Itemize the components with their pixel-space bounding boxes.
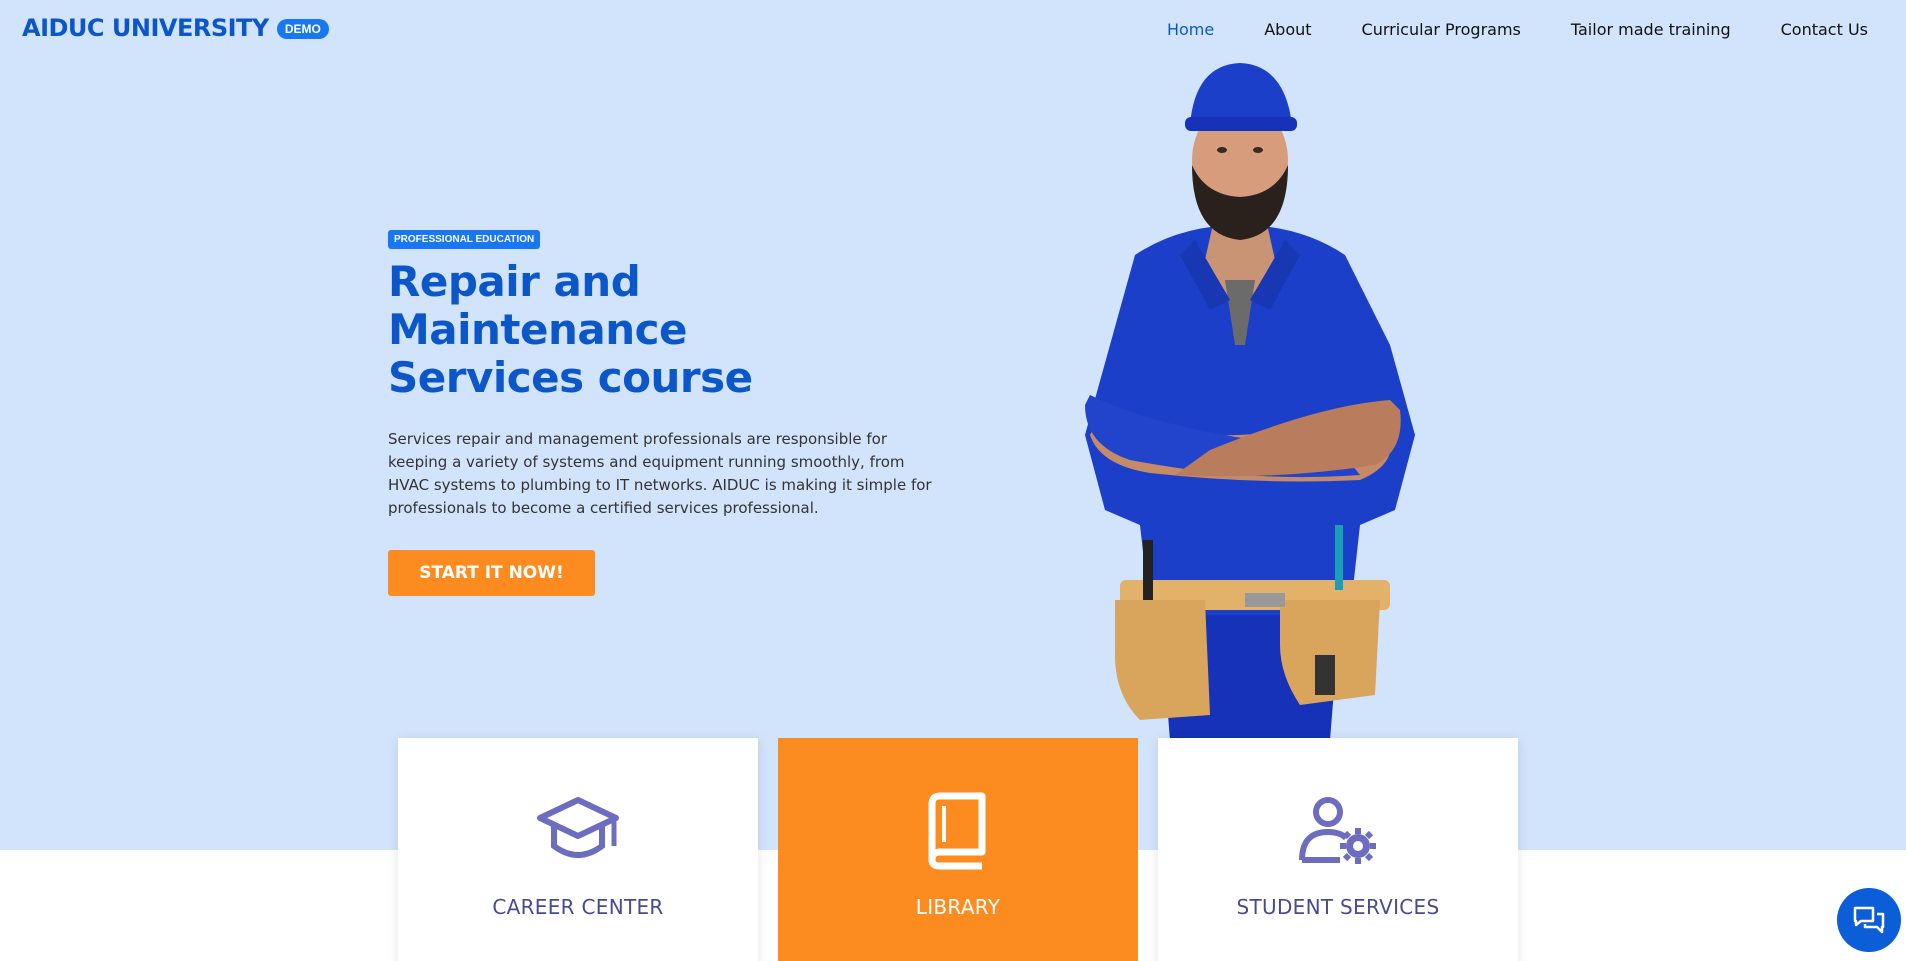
nav-tailor-made-training[interactable]: Tailor made training bbox=[1571, 20, 1731, 39]
card-label: CAREER CENTER bbox=[492, 895, 664, 919]
hero-section bbox=[0, 0, 1906, 850]
card-student-services[interactable]: STUDENT SERVICES bbox=[1158, 738, 1518, 961]
book-icon bbox=[913, 790, 1003, 870]
card-career-center[interactable]: CAREER CENTER bbox=[398, 738, 758, 961]
chat-icon bbox=[1853, 906, 1885, 934]
card-library[interactable]: LIBRARY bbox=[778, 738, 1138, 961]
nav-curricular-programs[interactable]: Curricular Programs bbox=[1362, 20, 1521, 39]
card-label: LIBRARY bbox=[915, 895, 1001, 919]
site-logo[interactable]: AIDUC UNIVERSITY DEMO bbox=[22, 14, 329, 42]
nav-home[interactable]: Home bbox=[1167, 20, 1214, 39]
nav-about[interactable]: About bbox=[1264, 20, 1311, 39]
graduation-cap-icon bbox=[533, 790, 623, 870]
nav-contact-us[interactable]: Contact Us bbox=[1781, 20, 1868, 39]
chat-button[interactable] bbox=[1837, 888, 1901, 952]
card-label: STUDENT SERVICES bbox=[1236, 895, 1440, 919]
demo-badge: DEMO bbox=[276, 19, 329, 39]
logo-text: AIDUC UNIVERSITY bbox=[22, 14, 269, 42]
start-now-button[interactable]: START IT NOW! bbox=[388, 550, 595, 596]
main-nav: Home About Curricular Programs Tailor ma… bbox=[1167, 20, 1868, 39]
worker-photo bbox=[1085, 63, 1415, 740]
hero-description: Services repair and management professio… bbox=[388, 430, 932, 517]
user-gear-icon bbox=[1293, 790, 1383, 870]
eyebrow-badge: PROFESSIONAL EDUCATION bbox=[388, 230, 541, 249]
hero-title: Repair and Maintenance Services course bbox=[388, 257, 753, 402]
